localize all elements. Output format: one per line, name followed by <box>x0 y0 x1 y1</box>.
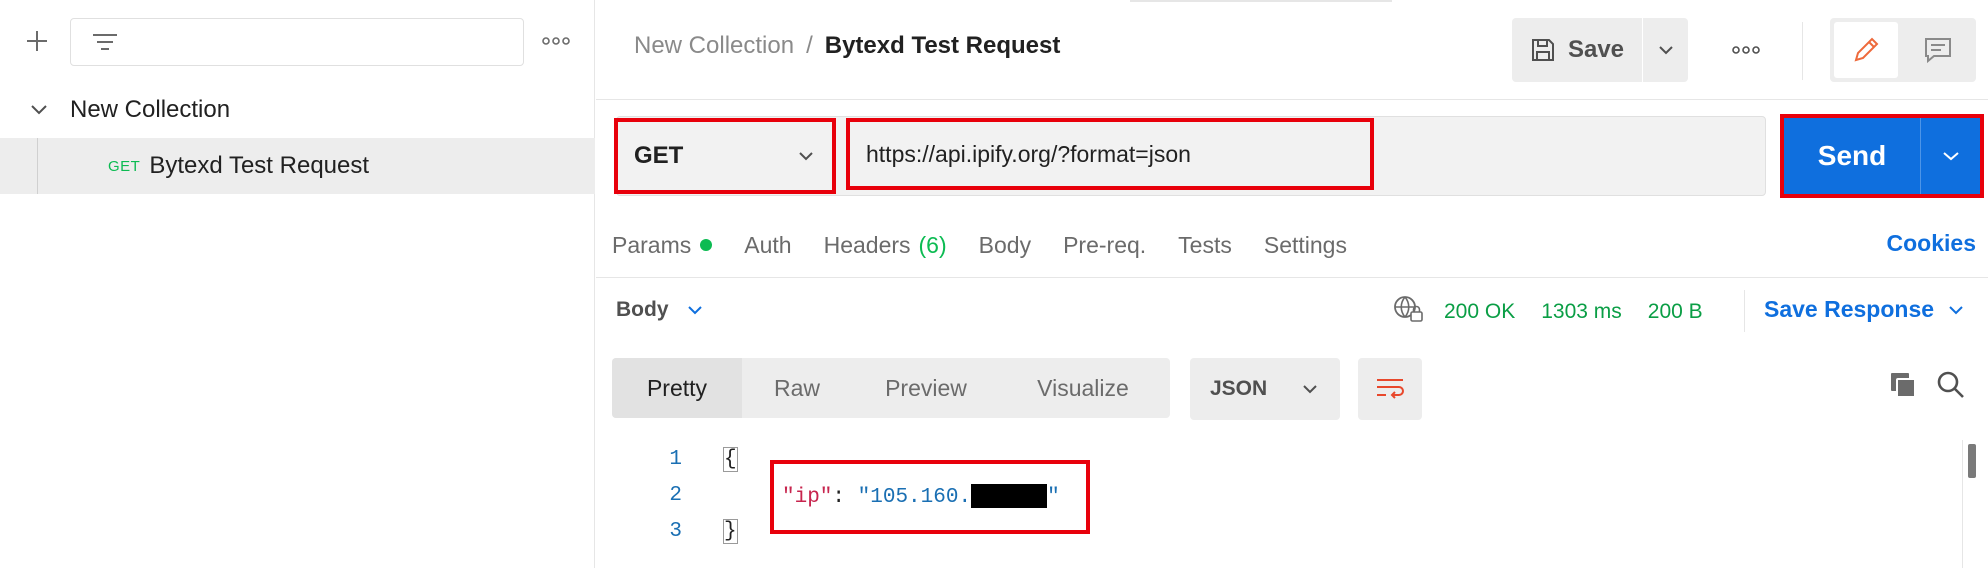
method-select[interactable]: GET <box>614 118 836 194</box>
save-button[interactable]: Save <box>1512 18 1642 82</box>
line-number: 1 <box>669 448 682 471</box>
response-code-viewer[interactable]: 1 2 3 { "ip": "105.160. " } <box>596 440 1966 568</box>
send-options-button[interactable] <box>1920 118 1980 194</box>
json-ip-line: "ip": "105.160. " <box>770 460 1090 534</box>
json-value-end: " <box>1047 485 1060 509</box>
edit-mode-button[interactable] <box>1834 22 1898 78</box>
tab-label: Tests <box>1178 231 1232 258</box>
response-body-label: Body <box>616 298 669 321</box>
view-tab-raw[interactable]: Raw <box>742 358 852 418</box>
chevron-down-icon[interactable] <box>28 99 50 121</box>
plus-icon[interactable] <box>20 24 54 58</box>
line-number: 3 <box>669 520 682 543</box>
view-tab-pretty[interactable]: Pretty <box>612 358 742 418</box>
json-close-brace: } <box>723 519 738 544</box>
collection-item[interactable]: New Collection <box>0 88 595 132</box>
save-group: Save <box>1512 18 1688 82</box>
divider <box>596 277 1988 278</box>
send-group: Send <box>1780 114 1984 198</box>
send-button[interactable]: Send <box>1784 118 1920 194</box>
save-label: Save <box>1567 36 1625 63</box>
json-colon: : <box>832 485 858 509</box>
pencil-icon <box>1854 37 1879 62</box>
params-active-dot <box>700 239 713 251</box>
breadcrumb-collection[interactable]: New Collection <box>634 32 794 60</box>
mode-toggle <box>1830 18 1976 82</box>
more-horizontal-icon[interactable] <box>536 28 576 54</box>
request-tabs: Params Auth Headers (6) Body Pre-req. Te… <box>612 228 1379 262</box>
comments-button[interactable] <box>1906 22 1970 78</box>
request-editor: New Collection / Bytexd Test Request Sav… <box>596 0 1988 568</box>
request-name: Bytexd Test Request <box>149 152 370 179</box>
tab-label: Body <box>978 231 1032 258</box>
chevron-down-icon <box>1949 305 1963 314</box>
save-icon <box>1531 39 1554 61</box>
format-value: JSON <box>1210 377 1268 400</box>
save-options-button[interactable] <box>1642 18 1688 82</box>
tab-label: Params <box>612 231 692 258</box>
json-open-brace: { <box>723 447 738 472</box>
cookies-link[interactable]: Cookies <box>1887 230 1976 257</box>
divider <box>1744 290 1745 332</box>
response-size[interactable]: 200 B <box>1648 300 1703 324</box>
postman-window: New Collection GET Bytexd Test Request N… <box>0 0 1988 568</box>
status-code[interactable]: 200 OK <box>1444 300 1515 324</box>
tab-label: Auth <box>744 231 792 258</box>
chevron-down-icon <box>799 152 813 161</box>
redaction-bar <box>971 484 1048 508</box>
request-item[interactable]: GET Bytexd Test Request <box>0 138 595 194</box>
tab-label: Headers <box>823 231 911 258</box>
chevron-down-icon <box>1658 46 1673 55</box>
json-key: "ip" <box>782 485 833 509</box>
scrollbar-thumb[interactable] <box>1968 444 1976 478</box>
json-value: "105.160. <box>857 485 972 509</box>
chevron-down-icon <box>1303 385 1317 394</box>
view-tab-preview[interactable]: Preview <box>852 358 1000 418</box>
response-meta: 200 OK 1303 ms 200 B <box>1392 294 1729 330</box>
filter-icon <box>91 31 119 60</box>
header-divider <box>1802 22 1803 80</box>
breadcrumb-separator: / <box>806 32 813 59</box>
breadcrumb-request[interactable]: Bytexd Test Request <box>825 32 1061 60</box>
more-horizontal-icon[interactable] <box>1726 36 1766 64</box>
line-number: 2 <box>669 484 682 507</box>
sidebar-toolbar <box>0 0 595 84</box>
network-globe-icon[interactable] <box>1392 294 1424 330</box>
url-input[interactable]: https://api.ipify.org/?format=json <box>846 118 1374 190</box>
response-body-select[interactable]: Body <box>616 298 703 322</box>
save-response-button[interactable]: Save Response <box>1764 296 1964 323</box>
tree-guide-line <box>37 138 38 194</box>
sidebar: New Collection GET Bytexd Test Request <box>0 0 595 568</box>
chevron-down-icon <box>1942 152 1959 161</box>
response-time[interactable]: 1303 ms <box>1541 300 1622 324</box>
tab-label: Pre-req. <box>1063 231 1147 258</box>
search-icon[interactable] <box>1934 368 1968 402</box>
chevron-down-icon <box>687 306 702 315</box>
response-view-tabs: Pretty Raw Preview Visualize <box>612 358 1170 418</box>
headers-count: (6) <box>918 231 947 258</box>
tab-params[interactable]: Params <box>612 231 713 259</box>
request-method-badge: GET <box>108 157 141 175</box>
breadcrumb: New Collection / Bytexd Test Request <box>634 32 1060 60</box>
tab-body[interactable]: Body <box>979 232 1031 259</box>
tab-auth[interactable]: Auth <box>744 232 791 259</box>
view-tab-visualize[interactable]: Visualize <box>1000 358 1166 418</box>
tab-settings[interactable]: Settings <box>1264 232 1347 259</box>
tab-label: Settings <box>1263 231 1347 258</box>
save-response-label: Save Response <box>1764 296 1935 322</box>
tab-pre-request[interactable]: Pre-req. <box>1063 232 1146 259</box>
filter-input[interactable] <box>70 18 524 66</box>
collection-name: New Collection <box>70 96 231 123</box>
wrap-lines-icon <box>1377 379 1404 399</box>
copy-icon[interactable] <box>1886 368 1920 402</box>
request-header: New Collection / Bytexd Test Request Sav… <box>596 0 1988 100</box>
wrap-lines-button[interactable] <box>1358 358 1422 420</box>
format-select[interactable]: JSON <box>1190 358 1340 420</box>
tab-tests[interactable]: Tests <box>1178 232 1232 259</box>
comment-icon <box>1925 38 1951 64</box>
method-value: GET <box>634 142 684 169</box>
tab-headers[interactable]: Headers (6) <box>824 232 947 259</box>
